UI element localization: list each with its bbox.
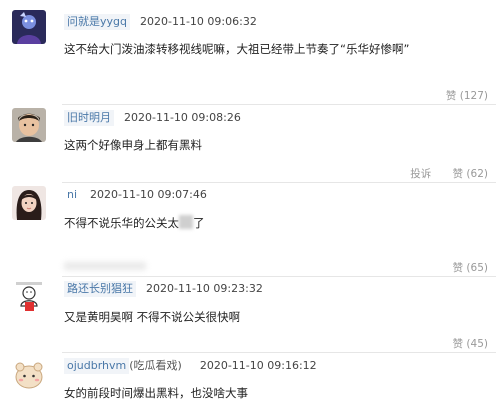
comment-meta: 旧时明月 2020-11-10 09:08:26 xyxy=(64,110,241,126)
username-link[interactable]: ni xyxy=(64,187,80,203)
comment-text: 女的前段时间爆出黑料，也没啥大事 xyxy=(64,386,248,400)
avatar-cartoon-hamster-icon xyxy=(12,356,46,390)
timestamp: 2020-11-10 09:23:32 xyxy=(146,282,263,295)
avatar[interactable] xyxy=(12,186,46,220)
avatar-game-character-icon xyxy=(12,10,46,44)
blurred-overlay xyxy=(64,262,146,270)
avatar[interactable] xyxy=(12,10,46,44)
timestamp: 2020-11-10 09:16:12 xyxy=(199,359,317,372)
comment-footer: 赞 (65) xyxy=(435,260,488,276)
comment-text: 不得不说乐华的公关太了 xyxy=(64,214,205,232)
like-button[interactable]: 赞 (45) xyxy=(453,338,488,350)
comment-text-part: 了 xyxy=(193,216,205,230)
avatar-boy-photo-icon xyxy=(12,108,46,142)
report-button[interactable]: 投诉 xyxy=(410,168,431,180)
comment-meta: ni 2020-11-10 09:07:46 xyxy=(64,187,207,203)
comment-footer: 赞 (127) xyxy=(428,88,488,104)
comment-meta: ojudbrhvm (吃瓜看戏) 2020-11-10 09:16:12 xyxy=(64,358,317,374)
timestamp: 2020-11-10 09:06:32 xyxy=(139,15,257,28)
avatar-girl-photo-icon xyxy=(12,186,46,220)
comment-text: 这两个好像申身上都有黑料 xyxy=(64,138,202,152)
avatar-cartoon-sign-icon xyxy=(12,280,46,314)
username-link[interactable]: 问就是yygq xyxy=(64,14,130,30)
divider xyxy=(62,182,496,183)
comment-text: 又是黄明昊啊 不得不说公关很快啊 xyxy=(64,310,241,324)
username-link[interactable]: 路还长别猖狂 xyxy=(64,281,136,297)
comment-footer: 投诉 赞 (62) xyxy=(392,166,488,182)
comment-text: 这不给大门泼油漆转移视线呢嘛，大祖已经带上节奏了“乐华好惨啊” xyxy=(64,42,410,56)
like-button[interactable]: 赞 (127) xyxy=(446,90,488,102)
timestamp: 2020-11-10 09:07:46 xyxy=(90,188,207,201)
user-tag: (吃瓜看戏) xyxy=(129,359,182,372)
avatar[interactable] xyxy=(12,280,46,314)
like-button[interactable]: 赞 (62) xyxy=(453,168,488,180)
divider xyxy=(62,352,496,353)
comment-meta: 路还长别猖狂 2020-11-10 09:23:32 xyxy=(64,281,263,297)
comment-footer: 赞 (45) xyxy=(435,336,488,352)
divider xyxy=(62,104,496,105)
comment-text-part: 不得不说乐华的公关太 xyxy=(64,216,179,230)
username-link[interactable]: 旧时明月 xyxy=(64,110,114,126)
timestamp: 2020-11-10 09:08:26 xyxy=(124,111,241,124)
avatar[interactable] xyxy=(12,356,46,390)
username-link[interactable]: ojudbrhvm xyxy=(64,358,130,374)
like-button[interactable]: 赞 (65) xyxy=(453,262,488,274)
divider xyxy=(62,276,496,277)
avatar[interactable] xyxy=(12,108,46,142)
censored-blur xyxy=(179,215,193,229)
comment-meta: 问就是yygq 2020-11-10 09:06:32 xyxy=(64,14,257,30)
